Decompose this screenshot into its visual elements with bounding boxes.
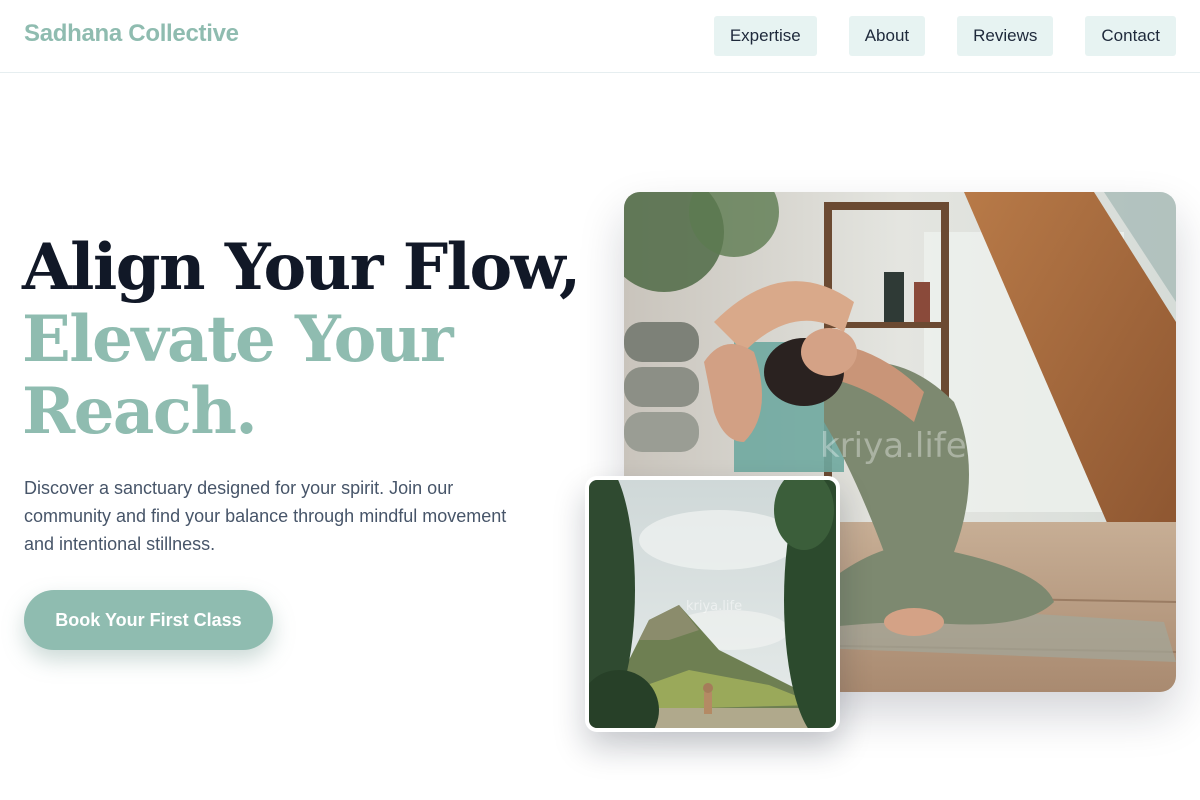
hero-description: Discover a sanctuary designed for your s… [24, 478, 507, 554]
headline-line-2: Elevate Your Reach. [22, 302, 454, 449]
inset-watermark-text: kriya.life [686, 599, 742, 614]
book-first-class-button[interactable]: Book Your First Class [24, 590, 273, 650]
mountain-landscape-photo: kriya.life [585, 476, 840, 732]
nav-expertise-button[interactable]: Expertise [713, 16, 817, 56]
main-nav: Expertise About Reviews Contact [713, 16, 1176, 56]
nav-about-button[interactable]: About [848, 16, 926, 56]
nav-reviews-button[interactable]: Reviews [957, 16, 1054, 56]
brand-logo-text[interactable]: Sadhana Collective [24, 20, 239, 48]
main-watermark-text: kriya.life [820, 426, 967, 466]
headline-line-1: Align Your Flow, [22, 230, 581, 305]
site-header: Sadhana Collective Expertise About Revie… [0, 0, 1200, 73]
hero-headline: Align Your Flow, Elevate Your Reach. [22, 230, 581, 449]
nav-contact-button[interactable]: Contact [1085, 16, 1176, 56]
